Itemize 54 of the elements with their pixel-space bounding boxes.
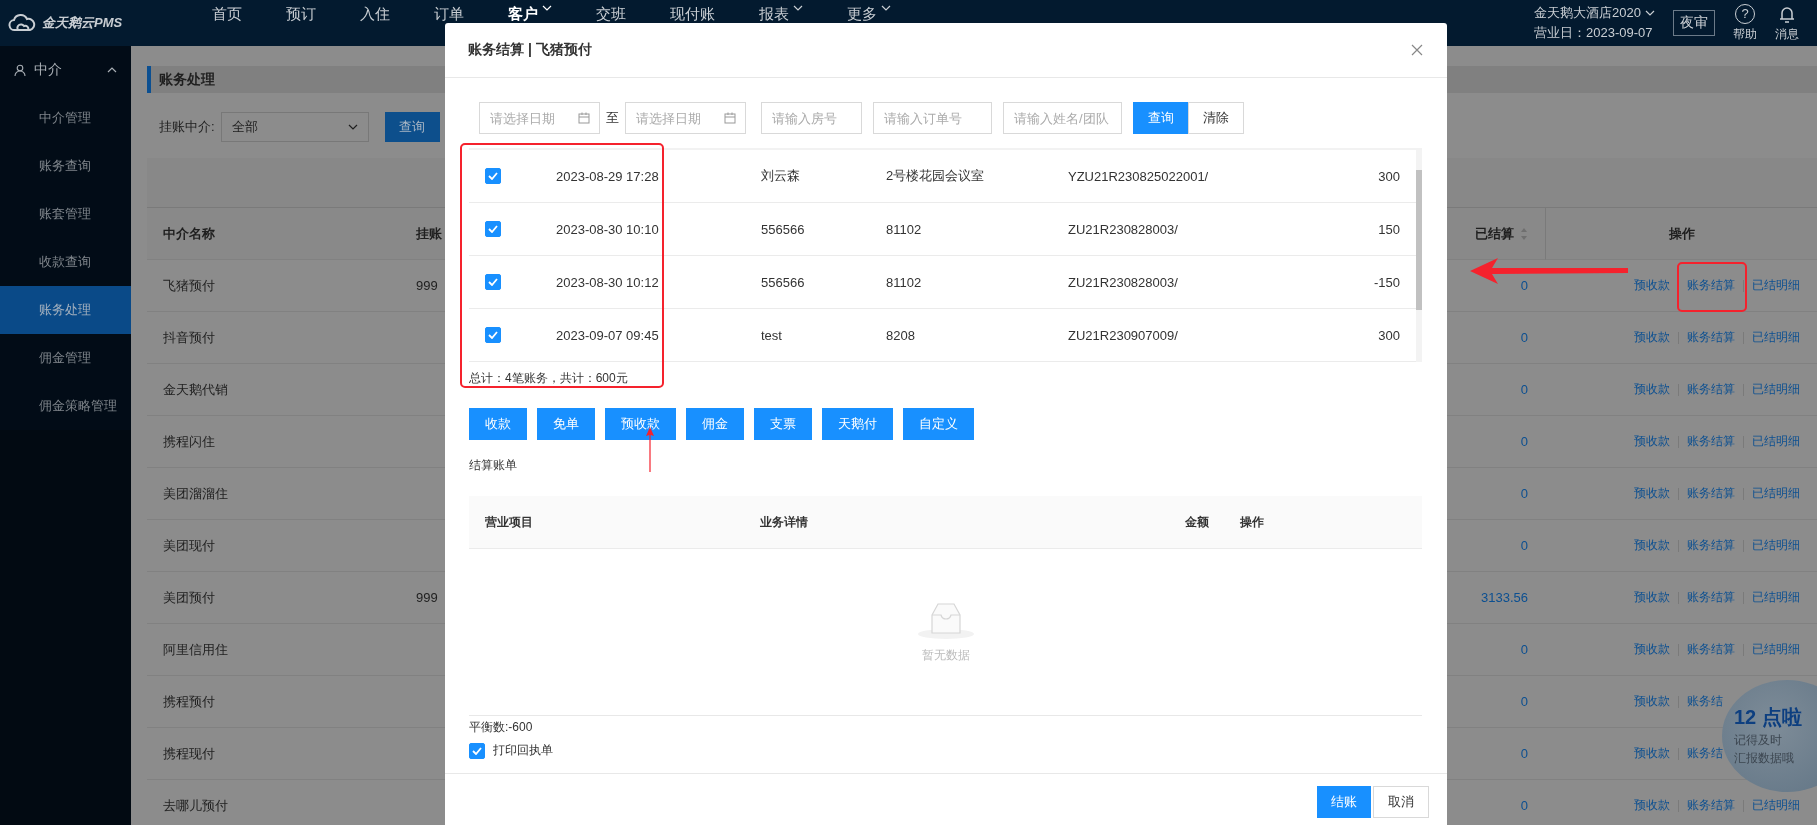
table-cell: -150 <box>1373 274 1400 290</box>
table-cell-text: ZU21R230907009/ <box>1068 327 1179 343</box>
promo-title: 12 点啦 <box>1734 705 1802 730</box>
table-cell: 去哪儿预付 <box>163 796 228 815</box>
business-date: 营业日：2023-09-07 <box>1534 24 1654 42</box>
table-cell-text: 刘云森 <box>761 167 801 185</box>
table-cell: 999 <box>416 590 438 605</box>
table-cell: 携程现付 <box>163 744 215 763</box>
column-header: 业务详情 <box>760 513 809 531</box>
column-header: 营业项目 <box>484 513 534 531</box>
page-title: 账务处理 <box>159 70 215 89</box>
column-header: 操作 <box>1239 513 1265 531</box>
table-cell: 150 <box>1378 221 1400 237</box>
table-cell: 携程预付 <box>163 692 215 711</box>
column-header: 中介名称 <box>163 224 215 243</box>
checkbox-label: 打印回执单 <box>493 742 553 759</box>
promo-text: 汇报数据哦 <box>1734 750 1794 767</box>
promo-text: 记得及时 <box>1734 732 1782 749</box>
table-cell-text: 81102 <box>886 221 923 237</box>
table-cell-text: 2023-09-07 09:45 <box>556 327 660 343</box>
table-cell: 999 <box>416 278 438 293</box>
summary-text: 总计：4笔账务，共计：600元 <box>469 369 628 387</box>
balance-text: 平衡数:-600 <box>469 720 533 734</box>
table-cell-text: 556566 <box>761 221 806 237</box>
table-cell: 300 <box>1378 327 1400 343</box>
range-separator: 至 <box>605 109 620 127</box>
table-cell: 金天鹅代销 <box>163 380 228 399</box>
section-title: 结算账单 <box>469 458 517 472</box>
table-cell: 飞猪预付 <box>163 276 215 295</box>
table-cell-text: 2023-08-29 17:28 <box>556 168 660 184</box>
table-cell-text: YZU21R230825022001/ <box>1068 168 1210 184</box>
table-cell: 抖音预付 <box>163 328 215 347</box>
column-header: 挂账 <box>416 224 442 243</box>
table-cell-text: 2023-08-30 10:10 <box>556 221 660 237</box>
table-cell-text: ZU21R230828003/ <box>1068 274 1179 290</box>
table-cell-text: 2023-08-30 10:12 <box>556 274 660 290</box>
app-logo-text: 金天鹅云PMS <box>42 14 123 32</box>
table-cell: 美团预付 <box>163 588 215 607</box>
dialog-title: 账务结算 | 飞猪预付 <box>468 41 592 59</box>
empty-text: 暂无数据 <box>921 646 970 664</box>
table-cell: 阿里信用住 <box>163 640 228 659</box>
table-cell-text: test <box>761 327 783 343</box>
column-header: 操作 <box>1668 224 1695 243</box>
table-cell-text: 8208 <box>886 327 916 343</box>
filter-label: 挂账中介: <box>159 118 215 136</box>
column-header: 金额 <box>1184 513 1209 531</box>
table-cell: 美团现付 <box>163 536 215 555</box>
table-cell-text: 81102 <box>886 274 923 290</box>
table-cell: 300 <box>1378 168 1400 184</box>
table-cell: 携程闪住 <box>163 432 215 451</box>
table-cell-text: 2号楼花园会议室 <box>886 167 986 185</box>
table-cell-text: ZU21R230828003/ <box>1068 221 1179 237</box>
table-cell-text: 556566 <box>761 274 806 290</box>
table-cell: 美团溜溜住 <box>163 484 228 503</box>
